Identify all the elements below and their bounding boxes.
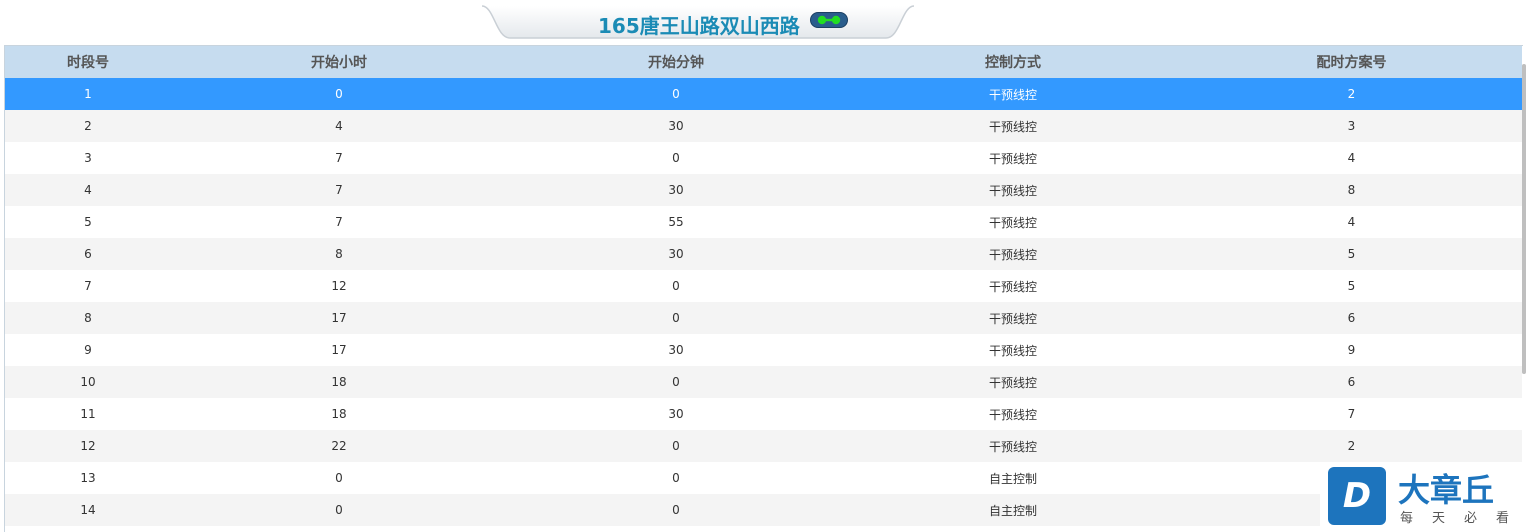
cell-start-minute: 55 <box>668 215 684 229</box>
timing-table-container: 时段号 开始小时 开始分钟 控制方式 配时方案号 1 0 0 干预线控 2 2 4 30 干预线… <box>4 45 1523 532</box>
cell-control-mode: 干预线控 <box>988 279 1037 294</box>
table-row[interactable]: 6 8 30 干预线控 5 <box>5 238 1522 270</box>
cell-start-hour: 7 <box>335 183 343 197</box>
cell-start-minute: 30 <box>668 183 684 197</box>
cell-control-mode: 干预线控 <box>988 151 1037 166</box>
cell-start-minute: 30 <box>668 407 684 421</box>
cell-start-minute: 30 <box>668 119 684 133</box>
cell-plan-no: 2 <box>1347 87 1356 101</box>
column-header-start-hour[interactable]: 开始小时 <box>171 46 507 78</box>
cell-start-minute: 30 <box>668 247 684 261</box>
cell-control-mode: 干预线控 <box>988 87 1037 102</box>
cell-start-minute: 0 <box>672 503 680 517</box>
cell-start-hour: 4 <box>335 119 343 133</box>
cell-plan-no: 6 <box>1347 311 1356 325</box>
cell-plan-no: 4 <box>1347 151 1356 165</box>
table-scrollbar[interactable] <box>1522 64 1526 374</box>
cell-start-hour: 0 <box>335 87 343 101</box>
watermark-brand: 大章丘 <box>1398 471 1495 509</box>
cell-plan-no: 6 <box>1347 375 1356 389</box>
cell-period-no: 11 <box>80 407 96 421</box>
cell-period-no: 13 <box>80 471 96 485</box>
cell-period-no: 10 <box>80 375 96 389</box>
cell-period-no: 8 <box>84 311 92 325</box>
table-row[interactable]: 8 17 0 干预线控 6 <box>5 302 1522 334</box>
table-row[interactable]: 11 18 30 干预线控 7 <box>5 398 1522 430</box>
cell-start-hour: 7 <box>335 215 343 229</box>
table-row[interactable]: 3 7 0 干预线控 4 <box>5 142 1522 174</box>
cell-start-minute: 0 <box>672 471 680 485</box>
cell-plan-no: 3 <box>1347 119 1356 133</box>
cell-period-no: 12 <box>80 439 96 453</box>
cell-start-minute: 0 <box>672 151 680 165</box>
cell-period-no: 6 <box>84 247 92 261</box>
cell-control-mode: 干预线控 <box>988 183 1037 198</box>
watermark: D 大章丘 每天必看 <box>1320 463 1526 531</box>
cell-start-hour: 12 <box>331 279 347 293</box>
cell-control-mode: 干预线控 <box>988 439 1037 454</box>
title-bar: 165唐王山路双山西路 <box>0 0 1526 44</box>
cell-plan-no: 5 <box>1347 247 1356 261</box>
cell-start-hour: 18 <box>331 407 347 421</box>
table-row[interactable]: 7 12 0 干预线控 5 <box>5 270 1522 302</box>
table-row[interactable]: 13 0 0 自主控制 <box>5 462 1522 494</box>
table-row[interactable]: 4 7 30 干预线控 8 <box>5 174 1522 206</box>
cell-start-hour: 17 <box>331 311 347 325</box>
cell-period-no: 1 <box>84 87 92 101</box>
watermark-slogan: 每天必看 <box>1400 511 1526 526</box>
watermark-logo-icon: D <box>1328 467 1386 525</box>
timing-table: 时段号 开始小时 开始分钟 控制方式 配时方案号 1 0 0 干预线控 2 2 4 30 干预线… <box>5 46 1522 526</box>
table-row[interactable]: 10 18 0 干预线控 6 <box>5 366 1522 398</box>
cell-start-hour: 22 <box>331 439 347 453</box>
table-header-row: 时段号 开始小时 开始分钟 控制方式 配时方案号 <box>5 46 1522 78</box>
cell-start-minute: 0 <box>672 279 680 293</box>
cell-plan-no: 4 <box>1347 215 1356 229</box>
cell-control-mode: 干预线控 <box>988 311 1037 326</box>
cell-period-no: 14 <box>80 503 96 517</box>
cell-plan-no: 7 <box>1347 407 1356 421</box>
column-header-period-no[interactable]: 时段号 <box>5 46 171 78</box>
cell-period-no: 9 <box>84 343 92 357</box>
cell-start-hour: 0 <box>335 503 343 517</box>
column-header-plan-no[interactable]: 配时方案号 <box>1181 46 1522 78</box>
cell-control-mode: 干预线控 <box>988 119 1037 134</box>
cell-start-minute: 0 <box>672 87 680 101</box>
table-row[interactable]: 14 0 0 自主控制 <box>5 494 1522 526</box>
cell-control-mode: 干预线控 <box>988 375 1037 390</box>
column-header-start-minute[interactable]: 开始分钟 <box>507 46 845 78</box>
cell-start-hour: 18 <box>331 375 347 389</box>
link-status-icon[interactable] <box>810 12 848 28</box>
cell-plan-no: 2 <box>1347 439 1356 453</box>
column-header-control-mode[interactable]: 控制方式 <box>845 46 1181 78</box>
cell-plan-no: 5 <box>1347 279 1356 293</box>
cell-control-mode: 干预线控 <box>988 215 1037 230</box>
cell-control-mode: 干预线控 <box>988 247 1037 262</box>
cell-period-no: 3 <box>84 151 92 165</box>
cell-start-minute: 0 <box>672 439 680 453</box>
cell-plan-no: 9 <box>1347 343 1356 357</box>
table-row[interactable]: 2 4 30 干预线控 3 <box>5 110 1522 142</box>
cell-start-hour: 0 <box>335 471 343 485</box>
cell-period-no: 7 <box>84 279 92 293</box>
cell-period-no: 4 <box>84 183 92 197</box>
cell-control-mode: 自主控制 <box>988 471 1037 486</box>
table-row[interactable]: 12 22 0 干预线控 2 <box>5 430 1522 462</box>
cell-start-minute: 0 <box>672 375 680 389</box>
table-row[interactable]: 9 17 30 干预线控 9 <box>5 334 1522 366</box>
cell-period-no: 2 <box>84 119 92 133</box>
title-tab: 165唐王山路双山西路 <box>480 4 916 40</box>
cell-period-no: 5 <box>84 215 92 229</box>
cell-control-mode: 干预线控 <box>988 343 1037 358</box>
cell-start-hour: 8 <box>335 247 343 261</box>
cell-start-minute: 30 <box>668 343 684 357</box>
table-row[interactable]: 5 7 55 干预线控 4 <box>5 206 1522 238</box>
cell-control-mode: 自主控制 <box>988 503 1037 518</box>
cell-start-minute: 0 <box>672 311 680 325</box>
cell-start-hour: 7 <box>335 151 343 165</box>
cell-start-hour: 17 <box>331 343 347 357</box>
table-row[interactable]: 1 0 0 干预线控 2 <box>5 78 1522 110</box>
intersection-title: 165唐王山路双山西路 <box>598 14 800 38</box>
cell-control-mode: 干预线控 <box>988 407 1037 422</box>
cell-plan-no: 8 <box>1347 183 1356 197</box>
